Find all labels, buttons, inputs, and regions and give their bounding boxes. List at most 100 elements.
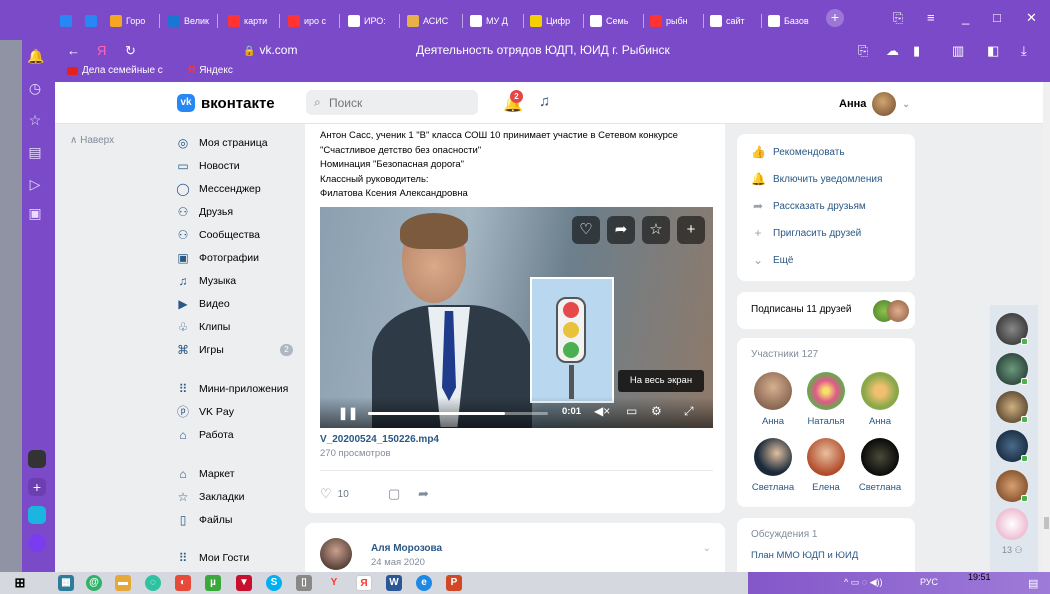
tell-friends-action[interactable]: ➦ Рассказать друзьям (751, 199, 866, 213)
tab-8[interactable]: Цифр (530, 10, 584, 32)
alice-app-icon[interactable] (28, 534, 46, 552)
menu-friends[interactable]: ⚇ Друзья (176, 202, 233, 222)
tab-2[interactable]: Велик (168, 10, 218, 32)
send-app-icon[interactable] (28, 506, 46, 524)
powerpoint-icon[interactable]: P (446, 575, 462, 591)
extension-icon[interactable]: ◧ (987, 43, 999, 59)
maximize-button[interactable]: □ (993, 10, 1001, 25)
discussion-item[interactable]: План ММО ЮДП и ЮИД (751, 550, 858, 561)
menu-clips[interactable]: ♧ Клипы (176, 317, 231, 337)
member[interactable]: Светлана (857, 438, 903, 493)
page-scrollbar[interactable] (1043, 82, 1050, 572)
reload-icon[interactable]: ↻ (125, 43, 136, 59)
member[interactable]: Елена (803, 438, 849, 493)
scrollbar-thumb[interactable] (1044, 517, 1049, 529)
menu-video[interactable]: ▶ Видео (176, 294, 229, 314)
notification-center-icon[interactable]: ▤ (1028, 577, 1038, 590)
reader-icon[interactable]: ▥ (952, 43, 964, 59)
menu-vk-pay[interactable]: ⓟ VK Pay (176, 402, 234, 422)
bookmarks-icon[interactable]: ☆ (27, 112, 43, 128)
menu-mini-apps[interactable]: ⠿ Мини-приложения (176, 379, 289, 399)
fullscreen-icon[interactable]: ⤢ (684, 404, 694, 419)
tab-10[interactable]: рыбн (650, 10, 704, 32)
language-indicator[interactable]: РУС (920, 577, 938, 587)
pause-icon[interactable]: ❚❚ (338, 406, 358, 420)
online-count[interactable]: 13 ⚇ (1002, 545, 1023, 556)
close-button[interactable]: ✕ (1026, 10, 1037, 26)
bookmark-page-icon[interactable]: ▮ (913, 43, 920, 59)
calculator-icon[interactable]: ▦ (58, 575, 74, 591)
explorer-icon[interactable]: ▬ (115, 575, 131, 591)
miniplayer-icon[interactable]: ▭ (626, 404, 637, 418)
video-progress-bar[interactable] (368, 412, 548, 415)
menu-my-guests[interactable]: ⠿ Мои Гости (176, 548, 250, 568)
bookmark-dela[interactable]: Дела семейные с (67, 65, 163, 76)
scroll-up-button[interactable]: ∧ Наверх (70, 135, 114, 146)
bell-icon[interactable]: 🔔 (27, 48, 44, 64)
like-button[interactable]: ♡ 10 (320, 486, 349, 502)
yandex-icon[interactable]: Y (326, 575, 342, 591)
app-icon[interactable]: ▼ (236, 575, 252, 591)
calendar-icon[interactable]: ▣ (27, 205, 43, 221)
app-icon[interactable] (28, 450, 46, 468)
tab-1[interactable]: Горо (110, 10, 160, 32)
menu-photos[interactable]: ▣ Фотографии (176, 248, 259, 268)
comment-button[interactable]: ▢ (388, 486, 400, 502)
search-box[interactable]: ⌕ (306, 90, 478, 115)
chevron-down-icon[interactable]: ⌄ (703, 543, 711, 554)
members-title[interactable]: Участники 127 (751, 349, 818, 360)
tab-vk[interactable] (60, 10, 80, 32)
member[interactable]: Наталья (803, 372, 849, 427)
like-video-icon[interactable]: ♡ (572, 216, 600, 244)
word-icon[interactable]: W (386, 575, 402, 591)
tab-mail[interactable] (85, 10, 105, 32)
bookmark-yandex[interactable]: Я Яндекс (188, 65, 233, 76)
download-icon[interactable]: ⤓ (1021, 43, 1027, 59)
share-video-icon[interactable]: ➦ (607, 216, 635, 244)
menu-games[interactable]: ⌘ Игры 2 (176, 340, 293, 360)
member[interactable]: Анна (857, 372, 903, 427)
menu-market[interactable]: ⌂ Маркет (176, 464, 234, 484)
add-app-icon[interactable]: + (28, 478, 46, 496)
tab-5[interactable]: ИРО: (348, 10, 400, 32)
tab-3[interactable]: карти (228, 10, 280, 32)
menu-icon[interactable]: ≡ (927, 10, 935, 25)
collections-icon[interactable]: ⎘ (893, 10, 903, 26)
mute-icon[interactable]: ◀× (594, 404, 610, 418)
menu-news[interactable]: ▭ Новости (176, 156, 239, 176)
app-icon[interactable]: ▯ (296, 575, 312, 591)
notes-icon[interactable]: ▤ (27, 144, 43, 160)
vk-logo[interactable]: vk вконтакте (177, 94, 275, 112)
history-icon[interactable]: ◷ (27, 80, 43, 96)
tab-12[interactable]: Базов (768, 10, 820, 32)
recommend-action[interactable]: 👍 Рекомендовать (751, 145, 845, 159)
clock[interactable]: 19:51 (968, 572, 991, 582)
utorrent-icon[interactable]: µ (205, 575, 221, 591)
author-avatar[interactable] (320, 538, 352, 570)
tab-6[interactable]: АСИС (407, 10, 463, 32)
post-author[interactable]: Аля Морозова (371, 543, 442, 554)
menu-music[interactable]: ♫ Музыка (176, 271, 237, 291)
music-icon[interactable]: ♫ (539, 93, 550, 110)
tab-4[interactable]: иро с (288, 10, 340, 32)
post-date[interactable]: 24 мая 2020 (371, 557, 425, 568)
more-action[interactable]: ⌄ Ещё (751, 253, 794, 267)
menu-bookmarks[interactable]: ☆ Закладки (176, 487, 245, 507)
invite-action[interactable]: + Пригласить друзей (751, 226, 861, 240)
online-friend-avatar[interactable] (996, 508, 1028, 540)
menu-communities[interactable]: ⚇ Сообщества (176, 225, 260, 245)
tray-icons[interactable]: ^ ▭ ◌ ◀)) (844, 577, 883, 588)
yandex-icon[interactable]: Я (97, 43, 106, 58)
video-file-name[interactable]: V_20200524_150226.mp4 (320, 434, 439, 445)
discussions-title[interactable]: Обсуждения 1 (751, 529, 817, 540)
share-button[interactable]: ➦ (418, 486, 429, 502)
friends-subscribed-card[interactable]: Подписаны 11 друзей (737, 292, 915, 329)
favorite-video-icon[interactable]: ☆ (642, 216, 670, 244)
url-field[interactable]: 🔒 vk.com (243, 43, 297, 57)
menu-messenger[interactable]: ◯ Мессенджер (176, 179, 260, 199)
skype-icon[interactable]: S (266, 575, 282, 591)
incognito-icon[interactable]: ☁ (886, 43, 899, 59)
member[interactable]: Светлана (750, 438, 796, 493)
app-icon[interactable]: @ (86, 575, 102, 591)
settings-icon[interactable]: ⚙ (651, 404, 662, 418)
